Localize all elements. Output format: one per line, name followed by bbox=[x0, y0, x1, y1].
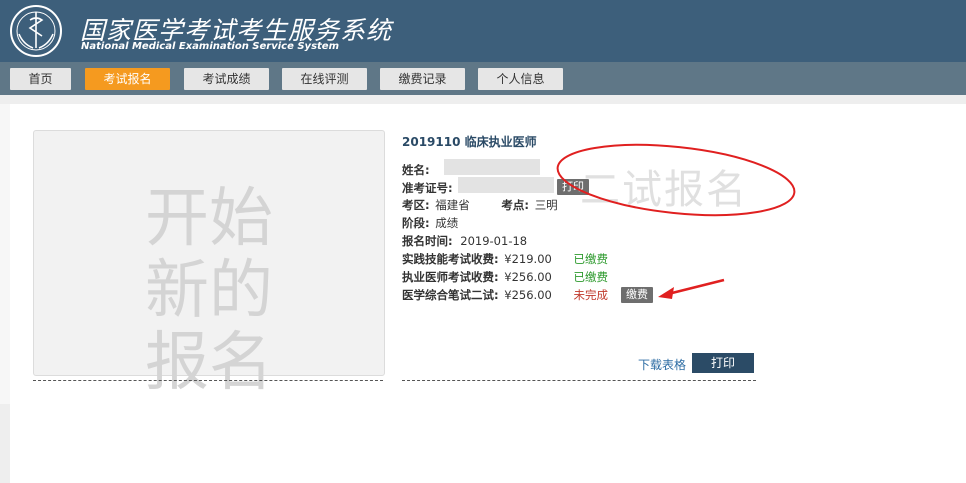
time-value: 2019-01-18 bbox=[460, 234, 528, 248]
download-form-link[interactable]: 下载表格 bbox=[638, 356, 686, 373]
fee-amount: ¥256.00 bbox=[504, 288, 552, 302]
print-button[interactable]: 打印 bbox=[692, 353, 754, 373]
tab-payment-records[interactable]: 缴费记录 bbox=[380, 68, 465, 90]
stage-row: 阶段: 成绩 bbox=[402, 215, 458, 231]
fee-label: 医学综合笔试二试: bbox=[402, 288, 499, 302]
admission-label: 准考证号: bbox=[402, 181, 453, 195]
fee-amount: ¥219.00 bbox=[504, 252, 552, 266]
region-value: 福建省 bbox=[435, 198, 470, 212]
name-row: 姓名: bbox=[402, 162, 430, 178]
record-divider bbox=[402, 380, 756, 381]
new-registration-label: 开始新的报名 bbox=[145, 182, 273, 400]
region-label: 考区: bbox=[402, 198, 430, 212]
time-row: 报名时间: 2019-01-18 bbox=[402, 233, 527, 249]
fee-status: 已缴费 bbox=[573, 270, 608, 284]
site-label: 考点: bbox=[501, 198, 530, 212]
site-value: 三明 bbox=[534, 198, 558, 212]
main-nav: 首页 考试报名 考试成绩 在线评测 缴费记录 个人信息 bbox=[0, 62, 966, 95]
site-header: 国家医学考试考生服务系统 National Medical Examinatio… bbox=[0, 0, 966, 62]
tab-home[interactable]: 首页 bbox=[10, 68, 71, 90]
card-divider bbox=[33, 380, 383, 381]
fee-amount: ¥256.00 bbox=[504, 270, 552, 284]
new-registration-card[interactable]: 开始新的报名 bbox=[33, 130, 385, 399]
fee-label: 实践技能考试收费: bbox=[402, 252, 499, 266]
fee-row: 执业医师考试收费: ¥256.00 已缴费 bbox=[402, 269, 608, 285]
redacted-name bbox=[444, 159, 540, 175]
fee-status: 已缴费 bbox=[573, 252, 608, 266]
tab-exam-registration[interactable]: 考试报名 bbox=[85, 68, 170, 90]
region-row: 考区: 福建省 考点: 三明 bbox=[402, 197, 558, 213]
site-subtitle: National Medical Examination Service Sys… bbox=[81, 41, 340, 52]
fee-row: 医学综合笔试二试: ¥256.00 未完成 bbox=[402, 287, 608, 303]
side-strip bbox=[0, 104, 10, 404]
fee-row: 实践技能考试收费: ¥219.00 已缴费 bbox=[402, 251, 608, 267]
pay-button[interactable]: 缴费 bbox=[621, 287, 653, 303]
name-label: 姓名: bbox=[402, 163, 430, 177]
tab-personal-info[interactable]: 个人信息 bbox=[478, 68, 563, 90]
time-label: 报名时间: bbox=[402, 234, 453, 248]
annotation-ghost-text: 二试报名 bbox=[580, 167, 748, 213]
record-title: 2019110 临床执业医师 bbox=[402, 135, 537, 149]
tab-online-assessment[interactable]: 在线评测 bbox=[282, 68, 367, 90]
redacted-admission-number bbox=[458, 177, 554, 193]
print-admission-button[interactable]: 打印 bbox=[557, 179, 589, 195]
fee-status: 未完成 bbox=[573, 288, 608, 302]
admission-row: 准考证号: bbox=[402, 180, 453, 196]
fee-label: 执业医师考试收费: bbox=[402, 270, 499, 284]
stage-label: 阶段: bbox=[402, 216, 430, 230]
stage-value: 成绩 bbox=[435, 216, 459, 230]
tab-exam-results[interactable]: 考试成绩 bbox=[184, 68, 269, 90]
medical-emblem-logo bbox=[10, 5, 62, 57]
